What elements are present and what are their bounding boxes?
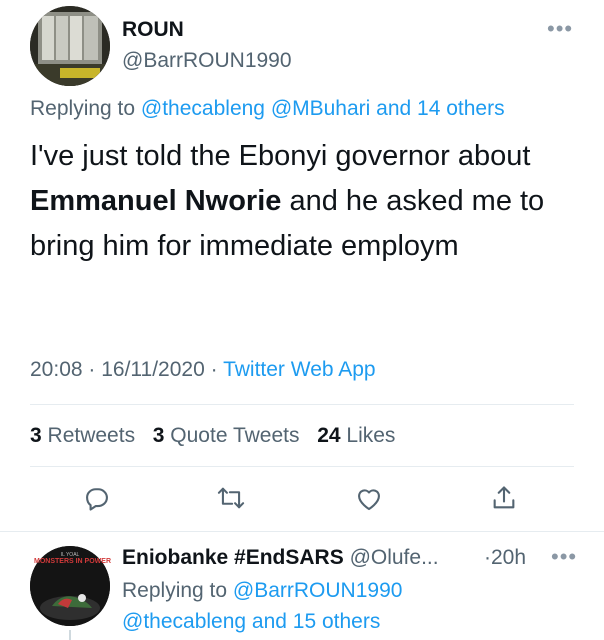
divider-bottom [0, 531, 604, 532]
tweet-source[interactable]: Twitter Web App [223, 358, 376, 381]
reply-mentions-rest[interactable]: @thecableng and 15 others [122, 610, 380, 634]
reply-replying-to: Replying to @BarrROUN1990 [122, 579, 403, 602]
tweet-text: I've just told the Ebonyi governor about… [30, 134, 575, 269]
tweet-text-part1: I've just told the Ebonyi governor about [30, 140, 531, 172]
reply-display-name[interactable]: Eniobanke #EndSARS [122, 546, 344, 569]
replying-to-line: Replying to @thecableng @MBuhari and 14 … [30, 97, 505, 121]
quote-tweets-stat[interactable]: 3 Quote Tweets [153, 424, 300, 447]
like-icon[interactable] [355, 485, 383, 512]
reply-icon[interactable] [83, 484, 111, 512]
retweets-stat[interactable]: 3 Retweets [30, 424, 135, 447]
reply-handle[interactable]: @Olufe... [350, 546, 439, 569]
replying-mentions[interactable]: @thecableng @MBuhari and 14 others [141, 97, 505, 120]
more-options-icon[interactable]: ••• [547, 16, 573, 42]
thread-line [69, 630, 71, 640]
reply-age[interactable]: ·20h [484, 546, 526, 570]
share-icon[interactable] [490, 484, 518, 512]
tweet-stats: 3 Retweets 3 Quote Tweets 24 Likes [30, 424, 395, 448]
author-display-name[interactable]: ROUN [122, 18, 184, 42]
author-avatar[interactable] [30, 6, 110, 86]
avatar-image [30, 6, 110, 86]
tweet-time[interactable]: 20:08 [30, 358, 83, 381]
reply-avatar-caption: MONSTERS IN POWER [34, 558, 112, 565]
likes-stat[interactable]: 24 Likes [317, 424, 395, 447]
reply-mention[interactable]: @BarrROUN1990 [233, 579, 403, 602]
divider-mid [30, 466, 574, 467]
retweet-icon[interactable] [216, 484, 246, 512]
replying-prefix: Replying to [30, 97, 136, 120]
timestamp-line: 20:08 · 16/11/2020 · Twitter Web App [30, 358, 376, 381]
reply-more-options-icon[interactable]: ••• [551, 544, 577, 570]
reply-header: Eniobanke #EndSARS @Olufe... [122, 546, 439, 570]
author-handle[interactable]: @BarrROUN1990 [122, 49, 292, 73]
tweet-date[interactable]: 16/11/2020 [101, 358, 205, 381]
divider-top [30, 404, 574, 405]
tweet-text-bold: Emmanuel Nworie [30, 185, 282, 217]
